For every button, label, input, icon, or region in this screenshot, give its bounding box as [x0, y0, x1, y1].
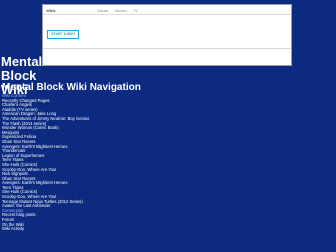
- divider: [43, 14, 291, 15]
- divider: [43, 48, 291, 49]
- popup-tabs: Games Movies TV: [97, 9, 144, 13]
- tab-movies[interactable]: Movies: [115, 9, 126, 13]
- popup-title: Wikis: [46, 8, 56, 13]
- start-wiki-button[interactable]: START A WIKI: [47, 30, 79, 39]
- navigation-list: Wiki Content Recently Changed Pages Char…: [2, 93, 112, 232]
- tab-games[interactable]: Games: [97, 9, 108, 13]
- wikis-popup: Wikis Games Movies TV START A WIKI: [42, 4, 292, 66]
- tab-tv[interactable]: TV: [133, 9, 137, 13]
- nav-link[interactable]: Wiki Activity: [2, 227, 112, 232]
- nav-heading: Mental Block Wiki Navigation: [2, 82, 141, 93]
